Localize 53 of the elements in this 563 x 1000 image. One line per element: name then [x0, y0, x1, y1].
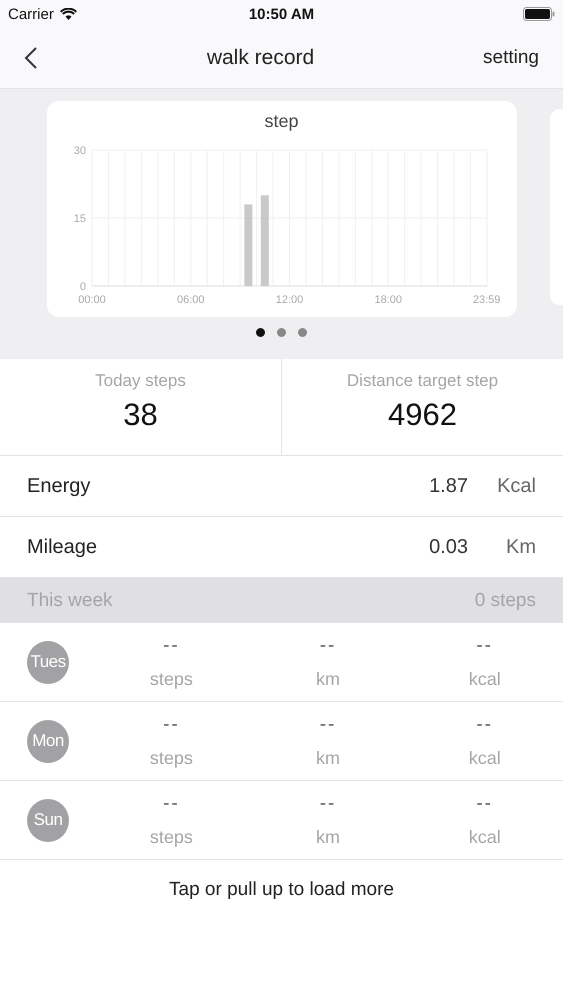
metric-label: Energy: [27, 474, 92, 498]
x-tick-label: 23:59: [472, 294, 500, 306]
day-value: --: [320, 714, 336, 736]
day-unit: kcal: [468, 668, 501, 690]
carrier-label: Carrier: [8, 6, 54, 22]
clock-time: 10:50 AM: [248, 6, 314, 22]
stat-label: Today steps: [95, 371, 186, 391]
metric-unit: Kcal: [496, 474, 536, 498]
back-button[interactable]: [24, 46, 38, 70]
setting-button[interactable]: setting: [483, 47, 539, 69]
day-value: --: [320, 792, 336, 814]
day-value: --: [476, 634, 494, 656]
y-tick-label: 30: [73, 145, 86, 157]
x-tick-label: 18:00: [374, 294, 402, 306]
battery-icon: [523, 7, 555, 21]
day-value: --: [320, 634, 336, 656]
day-unit: km: [316, 748, 340, 768]
day-badge: Tues: [27, 640, 70, 684]
page-title: walk record: [206, 46, 316, 70]
page-dot[interactable]: [277, 328, 286, 337]
day-value: --: [163, 634, 180, 656]
stat-value: 38: [123, 397, 158, 433]
day-value: --: [163, 714, 180, 736]
day-unit: kcal: [468, 748, 501, 768]
x-tick-label: 06:00: [176, 294, 204, 306]
x-tick-label: 12:00: [275, 294, 303, 306]
stat-label: Distance target step: [346, 371, 498, 391]
metric-value: 1.87: [429, 474, 468, 498]
stat-value: 4962: [388, 397, 457, 433]
day-unit: steps: [150, 826, 193, 848]
week-title: This week: [27, 590, 113, 612]
y-tick-label: 0: [79, 281, 86, 293]
day-unit: steps: [150, 748, 193, 768]
metric-label: Mileage: [27, 536, 98, 558]
y-tick-label: 15: [73, 213, 86, 225]
load-more-button[interactable]: Tap or pull up to load more: [163, 878, 400, 902]
chart-title: step: [264, 111, 299, 132]
day-value: --: [476, 714, 494, 736]
day-unit: km: [316, 826, 340, 848]
metric-unit: Km: [505, 536, 536, 558]
day-unit: km: [316, 668, 340, 690]
day-unit: steps: [150, 668, 193, 690]
day-badge: Mon: [27, 720, 70, 762]
wifi-icon: [60, 8, 77, 20]
day-value: --: [163, 792, 180, 814]
x-tick-label: 00:00: [78, 294, 106, 306]
metric-value: 0.03: [429, 536, 468, 558]
page-dot[interactable]: [298, 328, 307, 337]
day-badge: Sun: [27, 798, 70, 842]
day-value: --: [476, 792, 494, 814]
day-unit: kcal: [468, 826, 501, 848]
week-total: 0 steps: [474, 590, 536, 612]
page-dot[interactable]: [256, 328, 265, 337]
